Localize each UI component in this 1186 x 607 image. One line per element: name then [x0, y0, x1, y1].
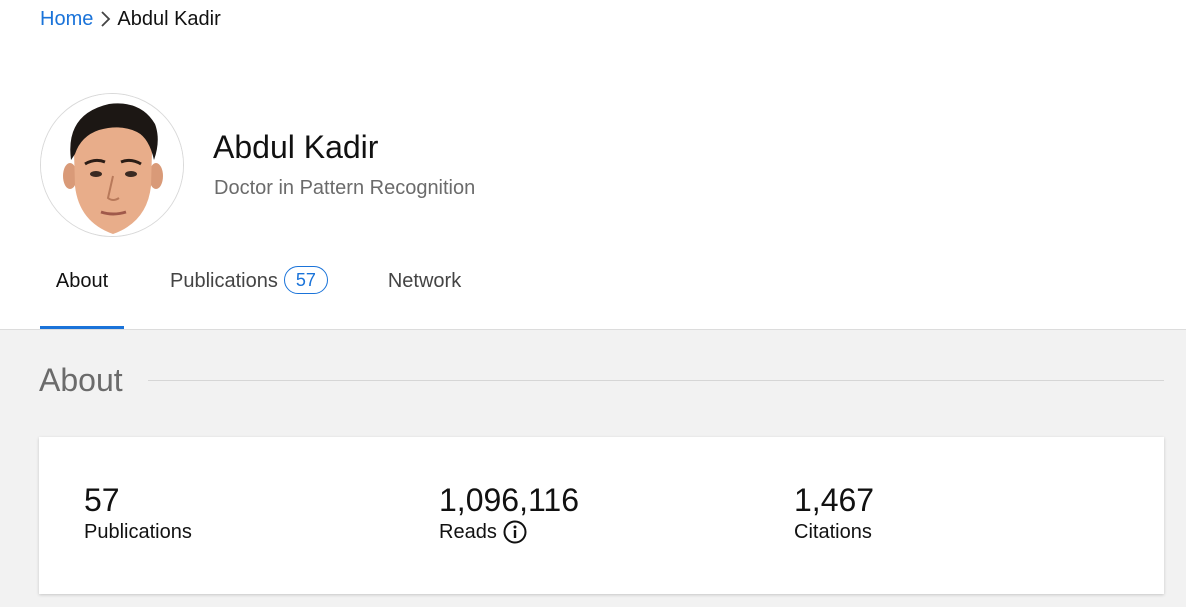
- tab-publications-label: Publications: [170, 270, 278, 292]
- stat-label-text: Citations: [794, 521, 872, 543]
- chevron-right-icon: [97, 9, 115, 29]
- stat-label: Reads: [439, 519, 579, 545]
- stat-reads: 1,096,116 Reads: [439, 481, 579, 545]
- stat-value: 1,467: [794, 482, 875, 518]
- stats-card: 57 Publications 1,096,116 Reads 1,467 Ci…: [39, 437, 1164, 594]
- stat-citations: 1,467 Citations: [794, 481, 874, 545]
- breadcrumb-home-link[interactable]: Home: [40, 8, 93, 31]
- avatar: [40, 93, 184, 237]
- section-divider: [148, 380, 1164, 381]
- stat-publications: 57 Publications: [84, 481, 192, 545]
- tab-publications[interactable]: Publications 57: [170, 258, 328, 329]
- profile-header: Home Abdul Kadir Abdul Kadir Doctor in P…: [0, 0, 1186, 329]
- tab-network[interactable]: Network: [388, 258, 461, 329]
- about-section: About 57 Publications 1,096,116 Reads 1,…: [0, 330, 1186, 607]
- stat-label-text: Reads: [439, 521, 497, 543]
- profile-role: Doctor in Pattern Recognition: [214, 177, 476, 199]
- stat-label-text: Publications: [84, 521, 192, 543]
- stat-label: Citations: [794, 519, 874, 545]
- stat-value: 57: [84, 482, 120, 518]
- tab-about[interactable]: About: [40, 258, 124, 329]
- profile-tabs: About Publications 57 Network: [40, 258, 461, 329]
- breadcrumb-current: Abdul Kadir: [117, 7, 221, 30]
- info-icon[interactable]: [503, 520, 527, 544]
- profile-name: Abdul Kadir: [213, 129, 379, 165]
- section-heading: About: [39, 362, 123, 398]
- tab-about-label: About: [55, 270, 109, 292]
- breadcrumb: Home Abdul Kadir: [40, 6, 221, 32]
- stat-value: 1,096,116: [439, 482, 579, 518]
- publications-count-badge: 57: [283, 266, 328, 294]
- stat-label: Publications: [84, 519, 192, 545]
- tab-network-label: Network: [387, 270, 462, 292]
